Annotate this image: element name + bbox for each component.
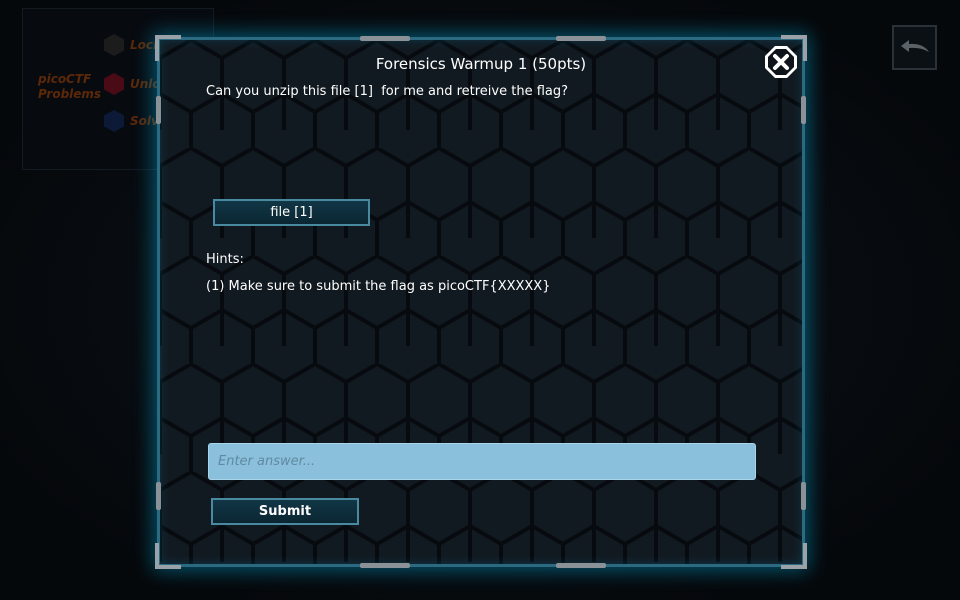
frame-tab: [156, 482, 161, 510]
close-button[interactable]: [764, 45, 798, 79]
locked-hex-icon: [104, 34, 124, 56]
frame-tab: [360, 563, 410, 568]
game-screen: picoCTF Problems Locked Unlocked Solved …: [0, 0, 960, 600]
close-icon: [765, 46, 797, 78]
legend-title: picoCTF Problems: [38, 72, 102, 101]
frame-tab: [156, 96, 161, 124]
problem-question: Can you unzip this file [1] for me and r…: [206, 84, 569, 99]
solved-hex-icon: [104, 110, 124, 132]
frame-corner: [155, 543, 181, 569]
modal-title: Forensics Warmup 1 (50pts): [375, 55, 587, 73]
problem-modal: Forensics Warmup 1 (50pts) Can you unzip…: [155, 35, 807, 569]
submit-button[interactable]: Submit: [211, 498, 359, 525]
file-download-button[interactable]: file [1]: [213, 199, 370, 226]
answer-input[interactable]: [208, 443, 756, 480]
hint-text: (1) Make sure to submit the flag as pico…: [206, 279, 551, 294]
back-arrow-icon: [900, 39, 929, 52]
frame-tab: [556, 36, 606, 41]
frame-tab: [360, 36, 410, 41]
frame-tab: [801, 96, 806, 124]
frame-tab: [556, 563, 606, 568]
back-button[interactable]: [892, 25, 937, 70]
frame-tab: [801, 482, 806, 510]
hints-label: Hints:: [206, 252, 244, 267]
frame-corner: [781, 543, 807, 569]
unlocked-hex-icon: [104, 73, 124, 95]
